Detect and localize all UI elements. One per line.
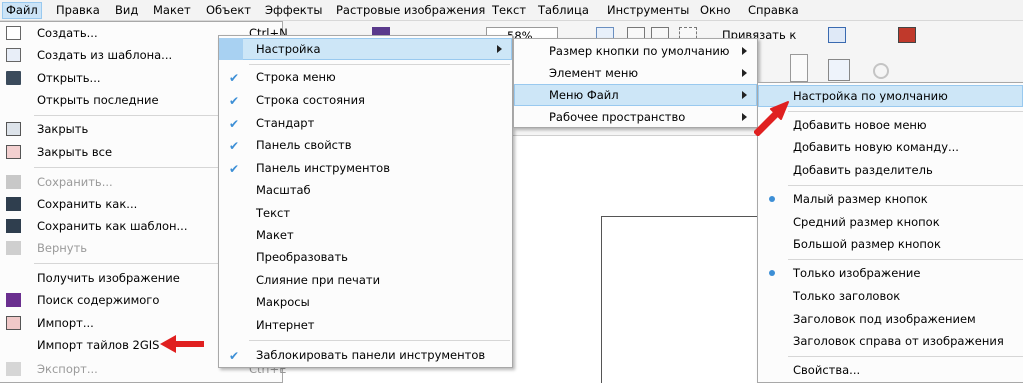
annotation-arrow-icon xyxy=(160,335,204,353)
submenu-arrow-icon xyxy=(742,47,747,55)
export-icon xyxy=(6,362,21,376)
toggle-layout[interactable]: Макет xyxy=(219,224,512,246)
separator xyxy=(788,111,1023,112)
search-content-icon xyxy=(6,293,21,307)
toggle-text[interactable]: Текст xyxy=(219,202,512,224)
toggle-print-merge[interactable]: Слияние при печати xyxy=(219,269,512,291)
radio-small-buttons[interactable]: Малый размер кнопок xyxy=(758,188,1023,210)
file-menu-customize-submenu: Настройка по умолчанию Добавить новое ме… xyxy=(757,82,1023,383)
spinner-control[interactable] xyxy=(790,54,808,82)
menu-view[interactable]: Вид xyxy=(112,2,141,19)
menu-help[interactable]: Справка xyxy=(745,2,802,19)
radio-bullet-icon xyxy=(769,196,775,202)
revert-icon xyxy=(6,241,21,255)
toggle-standard[interactable]: ✔ Стандарт xyxy=(219,112,512,134)
radio-bullet-icon xyxy=(769,270,775,276)
save-as-icon xyxy=(6,197,21,211)
toggle-internet[interactable]: Интернет xyxy=(219,314,512,336)
menu-edit[interactable]: Правка xyxy=(53,2,103,19)
launch-icon[interactable] xyxy=(898,27,916,43)
menu-table[interactable]: Таблица xyxy=(535,2,592,19)
menu-item-properties[interactable]: Свойства... xyxy=(758,359,1023,381)
open-folder-icon xyxy=(6,71,21,85)
menu-object[interactable]: Объект xyxy=(203,2,254,19)
close-document-icon xyxy=(6,122,21,136)
radio-title-below-image[interactable]: Заголовок под изображением xyxy=(758,308,1023,330)
submenu-arrow-icon xyxy=(742,69,747,77)
close-all-icon xyxy=(6,145,21,159)
check-icon: ✔ xyxy=(229,139,240,153)
radio-image-only[interactable]: Только изображение xyxy=(758,262,1023,284)
customize-menu: Настройка ✔ Строка меню ✔ Строка состоян… xyxy=(218,35,513,368)
menu-item-menu-element[interactable]: Элемент меню xyxy=(514,62,757,84)
menu-layout[interactable]: Макет xyxy=(150,2,194,19)
toggle-transform[interactable]: Преобразовать xyxy=(219,246,512,268)
menu-item-workspace[interactable]: Рабочее пространство xyxy=(514,106,757,128)
radio-title-only[interactable]: Только заголовок xyxy=(758,285,1023,307)
menu-item-add-command[interactable]: Добавить новую команду... xyxy=(758,136,1023,158)
crop-tool-icon[interactable] xyxy=(828,59,850,81)
add-icon[interactable] xyxy=(873,63,889,79)
menu-bar: Файл Правка Вид Макет Объект Эффекты Рас… xyxy=(0,0,1023,21)
menu-tools[interactable]: Инструменты xyxy=(604,2,692,19)
toggle-status-bar[interactable]: ✔ Строка состояния xyxy=(219,89,512,111)
toggle-toolbox[interactable]: ✔ Панель инструментов xyxy=(219,157,512,179)
radio-title-right-of-image[interactable]: Заголовок справа от изображения xyxy=(758,330,1023,352)
menu-item-customize[interactable]: Настройка xyxy=(219,38,512,60)
menu-bitmaps[interactable]: Растровые изображения xyxy=(333,2,488,19)
check-icon: ✔ xyxy=(229,162,240,176)
toggle-macros[interactable]: Макросы xyxy=(219,291,512,313)
annotation-arrow-icon xyxy=(754,101,789,136)
separator xyxy=(249,340,510,341)
new-document-icon xyxy=(6,26,21,40)
gutter-highlight xyxy=(219,38,243,60)
menu-file[interactable]: Файл xyxy=(2,2,42,19)
toggle-zoom[interactable]: Масштаб xyxy=(219,179,512,201)
menu-text[interactable]: Текст xyxy=(489,2,529,19)
template-icon xyxy=(6,48,21,62)
submenu-arrow-icon xyxy=(497,45,502,53)
menu-item-default-button-size[interactable]: Размер кнопки по умолчанию xyxy=(514,40,757,62)
submenu-arrow-icon xyxy=(742,91,747,99)
radio-large-buttons[interactable]: Большой размер кнопок xyxy=(758,233,1023,255)
menu-item-reset-default[interactable]: Настройка по умолчанию xyxy=(758,85,1023,107)
check-icon: ✔ xyxy=(229,94,240,108)
menu-item-add-separator[interactable]: Добавить разделитель xyxy=(758,159,1023,181)
check-icon: ✔ xyxy=(229,117,240,131)
menu-effects[interactable]: Эффекты xyxy=(262,2,326,19)
save-icon xyxy=(6,175,21,189)
check-icon: ✔ xyxy=(229,71,240,85)
save-template-icon xyxy=(6,219,21,233)
toggle-menu-bar[interactable]: ✔ Строка меню xyxy=(219,66,512,88)
menu-item-add-menu[interactable]: Добавить новое меню xyxy=(758,114,1023,136)
options-icon[interactable] xyxy=(828,27,846,43)
separator xyxy=(788,185,1023,186)
import-icon xyxy=(6,316,21,330)
separator xyxy=(788,259,1023,260)
menu-window[interactable]: Окно xyxy=(697,2,734,19)
toggle-property-bar[interactable]: ✔ Панель свойств xyxy=(219,134,512,156)
radio-medium-buttons[interactable]: Средний размер кнопок xyxy=(758,211,1023,233)
settings-submenu: Размер кнопки по умолчанию Элемент меню … xyxy=(513,38,758,128)
separator xyxy=(788,356,1023,357)
separator xyxy=(249,64,510,65)
check-icon: ✔ xyxy=(229,349,240,363)
submenu-arrow-icon xyxy=(742,113,747,121)
toggle-lock-toolbars[interactable]: ✔ Заблокировать панели инструментов xyxy=(219,344,512,366)
menu-item-file-menu[interactable]: Меню Файл xyxy=(514,84,757,106)
